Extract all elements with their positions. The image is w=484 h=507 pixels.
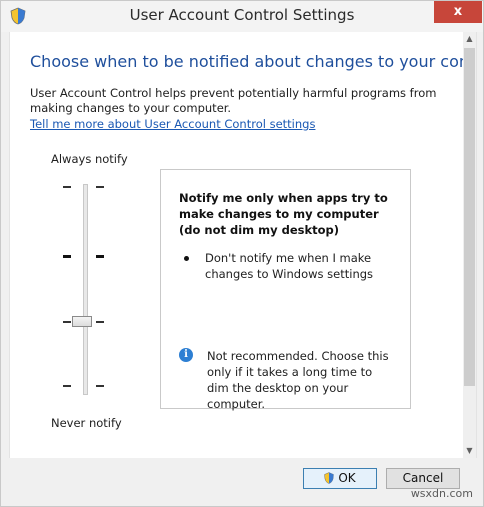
bullet-icon — [184, 256, 189, 261]
setting-title: Notify me only when apps try to make cha… — [179, 191, 388, 237]
slider-thumb[interactable] — [72, 316, 92, 327]
learn-more-link[interactable]: Tell me more about User Account Control … — [30, 117, 315, 131]
setting-description-box: Notify me only when apps try to make cha… — [160, 169, 411, 411]
title-bar[interactable]: User Account Control Settings x — [1, 1, 483, 32]
page-heading: Choose when to be notified about changes… — [30, 52, 477, 71]
ok-button[interactable]: OK — [303, 468, 377, 489]
slider-tick — [96, 186, 104, 188]
uac-shield-icon — [324, 472, 335, 484]
slider-tick — [63, 255, 71, 258]
slider-top-label: Always notify — [51, 152, 128, 166]
slider-tick — [63, 321, 71, 323]
slider-tick — [63, 186, 71, 188]
ok-button-label: OK — [338, 471, 356, 485]
close-button[interactable]: x — [434, 1, 482, 23]
slider-tick — [96, 385, 104, 387]
slider-bottom-label: Never notify — [51, 416, 122, 430]
slider-tick — [63, 385, 71, 387]
info-icon: i — [179, 348, 193, 362]
slider-tick — [96, 321, 104, 323]
watermark: wsxdn.com — [410, 487, 473, 500]
warning-text: Not recommended. Choose this only if it … — [207, 349, 389, 411]
window-title: User Account Control Settings — [129, 6, 355, 24]
setting-bullet-text: Don't notify me when I make changes to W… — [205, 251, 374, 281]
description-text: User Account Control helps prevent poten… — [30, 86, 437, 115]
scroll-up-icon[interactable]: ▲ — [463, 32, 476, 46]
vertical-scrollbar[interactable]: ▲ ▼ — [463, 32, 476, 458]
cancel-button[interactable]: Cancel — [386, 468, 460, 489]
content-area: Choose when to be notified about changes… — [9, 32, 477, 458]
scroll-down-icon[interactable]: ▼ — [463, 444, 476, 458]
scrollbar-thumb[interactable] — [464, 48, 475, 386]
slider-track[interactable] — [83, 184, 88, 395]
uac-settings-window: User Account Control Settings x Choose w… — [0, 0, 484, 507]
slider-tick — [96, 255, 104, 258]
